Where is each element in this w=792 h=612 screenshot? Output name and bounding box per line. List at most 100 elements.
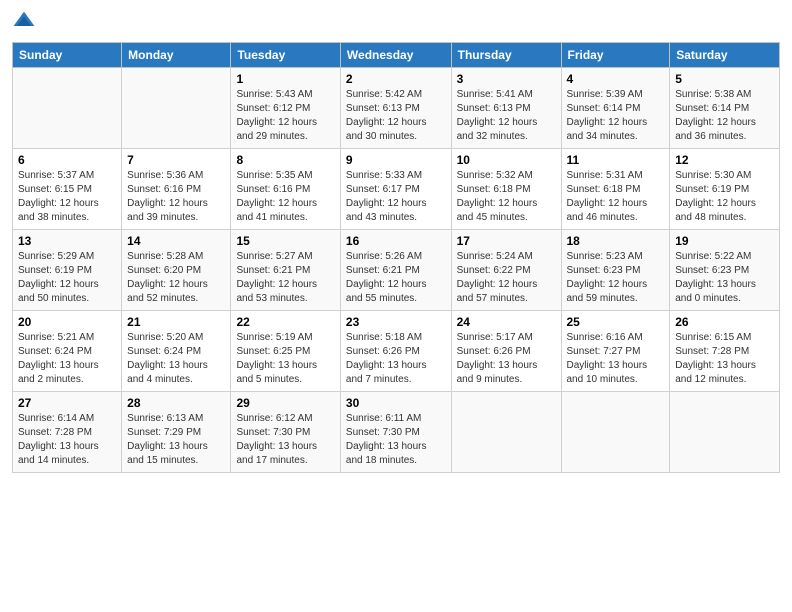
day-info: Sunrise: 5:28 AM Sunset: 6:20 PM Dayligh… [127,250,225,306]
calendar-cell: 30 Sunrise: 6:11 AM Sunset: 7:30 PM Dayli… [340,392,451,473]
day-info: Sunrise: 5:39 AM Sunset: 6:14 PM Dayligh… [567,88,665,144]
calendar-cell: 27 Sunrise: 6:14 AM Sunset: 7:28 PM Dayli… [13,392,122,473]
day-info: Sunrise: 5:22 AM Sunset: 6:23 PM Dayligh… [675,250,774,306]
day-info: Sunrise: 5:38 AM Sunset: 6:14 PM Dayligh… [675,88,774,144]
day-number: 10 [457,153,556,167]
day-info: Sunrise: 5:41 AM Sunset: 6:13 PM Dayligh… [457,88,556,144]
header [12,10,780,34]
calendar-day-header: Monday [122,43,231,68]
calendar-cell [561,392,670,473]
calendar-cell: 8Sunrise: 5:35 AM Sunset: 6:16 PM Daylig… [231,149,340,230]
day-number: 26 [675,315,774,329]
calendar-cell: 12 Sunrise: 5:30 AM Sunset: 6:19 PM Dayli… [670,149,780,230]
day-info: Sunrise: 6:15 AM Sunset: 7:28 PM Dayligh… [675,331,774,387]
day-number: 5 [675,72,774,86]
calendar-cell: 19 Sunrise: 5:22 AM Sunset: 6:23 PM Dayli… [670,230,780,311]
day-number: 4 [567,72,665,86]
day-number: 14 [127,234,225,248]
day-info: Sunrise: 5:27 AM Sunset: 6:21 PM Dayligh… [236,250,334,306]
day-number: 23 [346,315,446,329]
day-number: 29 [236,396,334,410]
day-info: Sunrise: 5:17 AM Sunset: 6:26 PM Dayligh… [457,331,556,387]
calendar-cell: 2 Sunrise: 5:42 AM Sunset: 6:13 PM Daylig… [340,68,451,149]
calendar-cell: 9Sunrise: 5:33 AM Sunset: 6:17 PM Daylig… [340,149,451,230]
day-number: 27 [18,396,116,410]
day-number: 7 [127,153,225,167]
calendar-day-header: Friday [561,43,670,68]
day-number: 30 [346,396,446,410]
calendar-cell: 25 Sunrise: 6:16 AM Sunset: 7:27 PM Dayli… [561,311,670,392]
calendar-cell: 15 Sunrise: 5:27 AM Sunset: 6:21 PM Dayli… [231,230,340,311]
calendar-cell: 24 Sunrise: 5:17 AM Sunset: 6:26 PM Dayli… [451,311,561,392]
calendar-cell: 17 Sunrise: 5:24 AM Sunset: 6:22 PM Dayli… [451,230,561,311]
calendar-cell: 20 Sunrise: 5:21 AM Sunset: 6:24 PM Dayli… [13,311,122,392]
calendar-cell: 29 Sunrise: 6:12 AM Sunset: 7:30 PM Dayli… [231,392,340,473]
calendar-cell: 22Sunrise: 5:19 AM Sunset: 6:25 PM Dayli… [231,311,340,392]
day-number: 11 [567,153,665,167]
day-info: Sunrise: 6:13 AM Sunset: 7:29 PM Dayligh… [127,412,225,468]
day-info: Sunrise: 6:14 AM Sunset: 7:28 PM Dayligh… [18,412,116,468]
day-info: Sunrise: 5:32 AM Sunset: 6:18 PM Dayligh… [457,169,556,225]
calendar-cell: 21Sunrise: 5:20 AM Sunset: 6:24 PM Dayli… [122,311,231,392]
calendar-day-header: Wednesday [340,43,451,68]
calendar-week-row: 20 Sunrise: 5:21 AM Sunset: 6:24 PM Dayli… [13,311,780,392]
calendar-table: SundayMondayTuesdayWednesdayThursdayFrid… [12,42,780,473]
page-container: SundayMondayTuesdayWednesdayThursdayFrid… [0,0,792,483]
day-number: 2 [346,72,446,86]
calendar-week-row: 27 Sunrise: 6:14 AM Sunset: 7:28 PM Dayli… [13,392,780,473]
calendar-week-row: 13Sunrise: 5:29 AM Sunset: 6:19 PM Dayli… [13,230,780,311]
calendar-cell: 28 Sunrise: 6:13 AM Sunset: 7:29 PM Dayli… [122,392,231,473]
calendar-cell: 6Sunrise: 5:37 AM Sunset: 6:15 PM Daylig… [13,149,122,230]
day-number: 20 [18,315,116,329]
day-number: 17 [457,234,556,248]
day-info: Sunrise: 5:26 AM Sunset: 6:21 PM Dayligh… [346,250,446,306]
day-info: Sunrise: 5:19 AM Sunset: 6:25 PM Dayligh… [236,331,334,387]
day-number: 25 [567,315,665,329]
calendar-cell [670,392,780,473]
calendar-cell [451,392,561,473]
calendar-cell: 18 Sunrise: 5:23 AM Sunset: 6:23 PM Dayli… [561,230,670,311]
calendar-day-header: Saturday [670,43,780,68]
day-number: 24 [457,315,556,329]
day-info: Sunrise: 5:18 AM Sunset: 6:26 PM Dayligh… [346,331,446,387]
calendar-week-row: 1 Sunrise: 5:43 AM Sunset: 6:12 PM Daylig… [13,68,780,149]
day-info: Sunrise: 6:16 AM Sunset: 7:27 PM Dayligh… [567,331,665,387]
calendar-cell: 5 Sunrise: 5:38 AM Sunset: 6:14 PM Daylig… [670,68,780,149]
day-number: 18 [567,234,665,248]
day-info: Sunrise: 5:43 AM Sunset: 6:12 PM Dayligh… [236,88,334,144]
calendar-cell: 3Sunrise: 5:41 AM Sunset: 6:13 PM Daylig… [451,68,561,149]
calendar-cell [122,68,231,149]
day-info: Sunrise: 5:21 AM Sunset: 6:24 PM Dayligh… [18,331,116,387]
day-number: 9 [346,153,446,167]
day-number: 28 [127,396,225,410]
day-info: Sunrise: 5:35 AM Sunset: 6:16 PM Dayligh… [236,169,334,225]
day-number: 16 [346,234,446,248]
day-number: 13 [18,234,116,248]
day-info: Sunrise: 5:30 AM Sunset: 6:19 PM Dayligh… [675,169,774,225]
day-number: 19 [675,234,774,248]
calendar-cell: 13Sunrise: 5:29 AM Sunset: 6:19 PM Dayli… [13,230,122,311]
day-info: Sunrise: 5:23 AM Sunset: 6:23 PM Dayligh… [567,250,665,306]
day-number: 12 [675,153,774,167]
day-number: 15 [236,234,334,248]
day-info: Sunrise: 5:42 AM Sunset: 6:13 PM Dayligh… [346,88,446,144]
day-number: 6 [18,153,116,167]
calendar-day-header: Thursday [451,43,561,68]
calendar-cell: 4 Sunrise: 5:39 AM Sunset: 6:14 PM Daylig… [561,68,670,149]
calendar-header-row: SundayMondayTuesdayWednesdayThursdayFrid… [13,43,780,68]
calendar-cell: 26 Sunrise: 6:15 AM Sunset: 7:28 PM Dayli… [670,311,780,392]
calendar-cell: 16 Sunrise: 5:26 AM Sunset: 6:21 PM Dayli… [340,230,451,311]
day-info: Sunrise: 6:12 AM Sunset: 7:30 PM Dayligh… [236,412,334,468]
calendar-cell: 10 Sunrise: 5:32 AM Sunset: 6:18 PM Dayli… [451,149,561,230]
logo-icon [12,10,36,34]
calendar-day-header: Sunday [13,43,122,68]
calendar-day-header: Tuesday [231,43,340,68]
calendar-body: 1 Sunrise: 5:43 AM Sunset: 6:12 PM Daylig… [13,68,780,473]
day-number: 21 [127,315,225,329]
day-info: Sunrise: 5:31 AM Sunset: 6:18 PM Dayligh… [567,169,665,225]
calendar-cell: 14 Sunrise: 5:28 AM Sunset: 6:20 PM Dayli… [122,230,231,311]
day-info: Sunrise: 6:11 AM Sunset: 7:30 PM Dayligh… [346,412,446,468]
day-number: 1 [236,72,334,86]
day-info: Sunrise: 5:24 AM Sunset: 6:22 PM Dayligh… [457,250,556,306]
calendar-cell [13,68,122,149]
